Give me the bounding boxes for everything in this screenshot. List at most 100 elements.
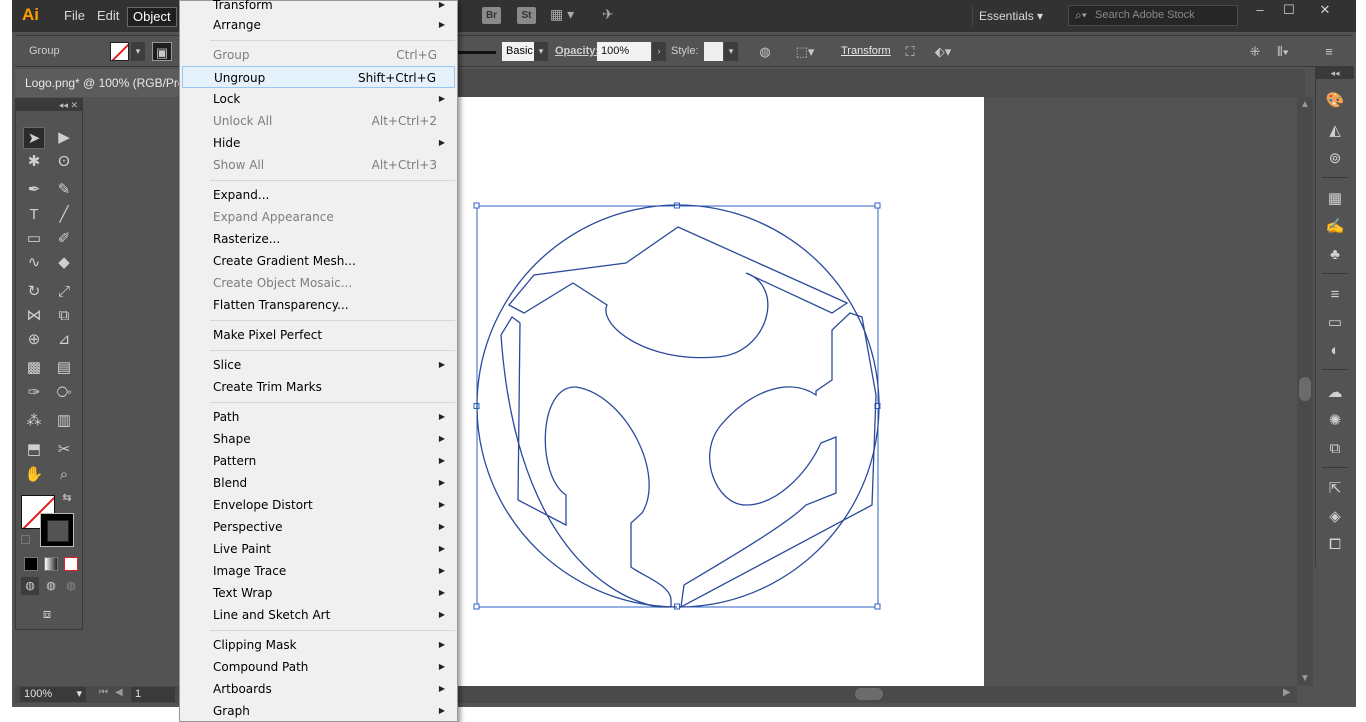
default-fill-stroke-icon[interactable]: [21, 535, 30, 544]
menu-item-hide[interactable]: Hide ▶: [182, 132, 455, 154]
maximize-button[interactable]: ☐: [1274, 0, 1304, 20]
lasso-tool-icon[interactable]: ʘ: [53, 151, 75, 173]
stroke-panel-icon[interactable]: ≡: [1325, 285, 1345, 305]
menu-item-path[interactable]: Path ▶: [182, 406, 455, 428]
panel-grid-icon[interactable]: ⁜: [1245, 42, 1265, 61]
vertical-scroll-thumb[interactable]: [1299, 377, 1311, 401]
shaper-tool-icon[interactable]: ∿: [23, 252, 45, 274]
navigator-icon[interactable]: ⊚: [1325, 149, 1345, 169]
horizontal-scroll-thumb[interactable]: [855, 688, 883, 700]
gradient-mode-icon[interactable]: [44, 557, 58, 571]
draw-normal-icon[interactable]: ◍: [21, 577, 39, 595]
menu-item-image-trace[interactable]: Image Trace ▶: [182, 560, 455, 582]
menu-item-create-trim-marks[interactable]: Create Trim Marks: [182, 376, 455, 398]
opacity-input[interactable]: 100%: [597, 42, 651, 61]
draw-behind-icon[interactable]: ◍: [42, 577, 60, 595]
transparency-panel-icon[interactable]: ◐: [1325, 341, 1345, 361]
mesh-tool-icon[interactable]: ▩: [23, 357, 45, 379]
type-tool-icon[interactable]: T: [23, 204, 45, 226]
menu-item-slice[interactable]: Slice ▶: [182, 354, 455, 376]
blend-tool-icon[interactable]: ⧂: [53, 382, 75, 404]
direct-selection-tool-icon[interactable]: ▶: [53, 127, 75, 149]
dock-collapse-icon[interactable]: ◂◂: [1316, 67, 1354, 79]
panel-menu-icon[interactable]: ≡: [1319, 42, 1339, 61]
graphic-style-swatch[interactable]: [704, 42, 723, 61]
menu-item-group[interactable]: Group Ctrl+G: [182, 44, 455, 66]
shape-builder-tool-icon[interactable]: ⊕: [23, 329, 45, 351]
symbol-sprayer-tool-icon[interactable]: ⁂: [23, 410, 45, 432]
menu-edit[interactable]: Edit: [92, 7, 124, 27]
menu-item-rasterize[interactable]: Rasterize...: [182, 228, 455, 250]
curvature-tool-icon[interactable]: ✎: [53, 179, 75, 201]
first-artboard-icon[interactable]: ⏮: [99, 687, 108, 698]
menu-file[interactable]: File: [59, 7, 90, 27]
eyedropper-tool-icon[interactable]: ✑: [23, 382, 45, 404]
menu-item-line-and-sketch-art[interactable]: Line and Sketch Art ▶: [182, 604, 455, 626]
width-tool-icon[interactable]: ⋈: [23, 305, 45, 327]
eraser-tool-icon[interactable]: ◆: [53, 252, 75, 274]
arrange-documents-icon[interactable]: ▦ ▾: [550, 6, 574, 23]
menu-item-make-pixel-perfect[interactable]: Make Pixel Perfect: [182, 324, 455, 346]
close-button[interactable]: ✕: [1310, 0, 1340, 20]
gradient-tool-icon[interactable]: ▤: [53, 357, 75, 379]
swap-fill-stroke-icon[interactable]: ⇆: [60, 491, 74, 505]
perspective-grid-tool-icon[interactable]: ⊿: [53, 329, 75, 351]
menu-item-create-object-mosaic[interactable]: Create Object Mosaic...: [182, 272, 455, 294]
menu-item-arrange[interactable]: Arrange ▶: [182, 14, 455, 36]
menu-item-ungroup[interactable]: Ungroup Shift+Ctrl+G: [182, 66, 455, 88]
scale-tool-icon[interactable]: ⤢: [53, 281, 75, 303]
menu-item-pattern[interactable]: Pattern ▶: [182, 450, 455, 472]
gpu-performance-icon[interactable]: ✈: [602, 6, 614, 23]
stock-search-input[interactable]: ⌕▾ Search Adobe Stock: [1068, 5, 1238, 26]
transform-link[interactable]: Transform: [841, 45, 891, 57]
menu-object[interactable]: Object: [127, 7, 177, 27]
opacity-label[interactable]: Opacity:: [555, 45, 599, 57]
workspace-switcher[interactable]: Essentials ▾: [972, 5, 1049, 27]
swatches-icon[interactable]: ▦: [1325, 189, 1345, 209]
fill-dropdown-icon[interactable]: ▾: [131, 42, 145, 61]
menu-item-text-wrap[interactable]: Text Wrap ▶: [182, 582, 455, 604]
graphic-styles-icon[interactable]: ⧉: [1325, 439, 1345, 459]
stroke-swatch[interactable]: ▣: [152, 42, 172, 61]
brushes-icon[interactable]: ✍: [1325, 217, 1345, 237]
slice-tool-icon[interactable]: ✂: [53, 439, 75, 461]
menu-item-lock[interactable]: Lock ▶: [182, 88, 455, 110]
hand-tool-icon[interactable]: ✋: [23, 464, 45, 486]
menu-item-envelope-distort[interactable]: Envelope Distort ▶: [182, 494, 455, 516]
document-tab[interactable]: Logo.png* @ 100% (RGB/Preview): [15, 69, 185, 97]
menu-item-perspective[interactable]: Perspective ▶: [182, 516, 455, 538]
vertical-scrollbar[interactable]: ▲ ▼: [1297, 97, 1313, 686]
stroke-color-swatch[interactable]: [40, 513, 74, 547]
fill-swatch[interactable]: [110, 42, 129, 61]
opacity-dropdown-icon[interactable]: ›: [652, 42, 666, 61]
color-guide-icon[interactable]: ◭: [1325, 121, 1345, 141]
isolate-group-icon[interactable]: ⛶: [900, 42, 920, 61]
menu-item-live-paint[interactable]: Live Paint ▶: [182, 538, 455, 560]
artboards-panel-icon[interactable]: ⧠: [1325, 535, 1345, 555]
screen-mode-icon[interactable]: ⧈: [36, 603, 58, 625]
menu-item-create-gradient-mesh[interactable]: Create Gradient Mesh...: [182, 250, 455, 272]
menu-item-clipping-mask[interactable]: Clipping Mask ▶: [182, 634, 455, 656]
pen-tool-icon[interactable]: ✒: [23, 179, 45, 201]
rectangle-tool-icon[interactable]: ▭: [23, 228, 45, 250]
tools-panel-header[interactable]: ◂◂ ✕: [16, 99, 82, 111]
logo-artwork[interactable]: [473, 202, 883, 613]
bridge-icon[interactable]: Br: [482, 7, 501, 24]
minimize-button[interactable]: –: [1245, 0, 1275, 20]
stock-icon[interactable]: St: [517, 7, 536, 24]
color-mode-icon[interactable]: [24, 557, 38, 571]
menu-item-expand-appearance[interactable]: Expand Appearance: [182, 206, 455, 228]
stroke-style-dropdown-icon[interactable]: ▾: [534, 42, 548, 61]
layers-icon[interactable]: ◈: [1325, 507, 1345, 527]
magic-wand-tool-icon[interactable]: ✱: [23, 151, 45, 173]
zoom-level-field[interactable]: 100% ▾: [20, 687, 86, 702]
menu-item-blend[interactable]: Blend ▶: [182, 472, 455, 494]
paintbrush-tool-icon[interactable]: ✐: [53, 228, 75, 250]
menu-item-show-all[interactable]: Show All Alt+Ctrl+3: [182, 154, 455, 176]
artboard-tool-icon[interactable]: ⬒: [23, 439, 45, 461]
line-segment-tool-icon[interactable]: ╱: [53, 204, 75, 226]
menu-item-shape[interactable]: Shape ▶: [182, 428, 455, 450]
menu-item-artboards[interactable]: Artboards ▶: [182, 678, 455, 700]
libraries-icon[interactable]: ☁: [1325, 383, 1345, 403]
scroll-right-icon[interactable]: ▶: [1283, 687, 1291, 698]
